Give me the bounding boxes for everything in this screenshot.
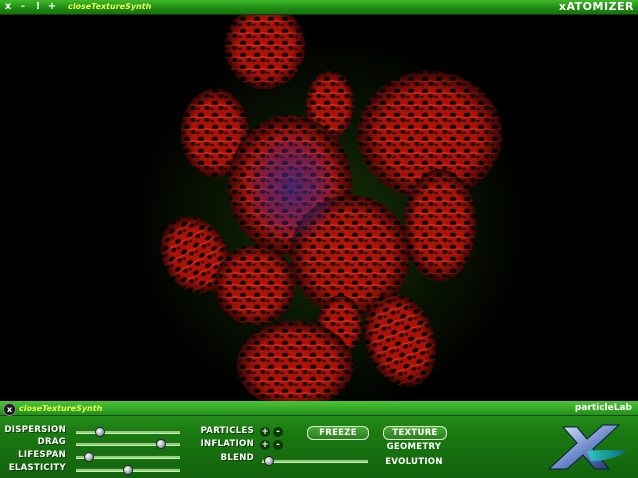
drag-slider-knob[interactable] [155,439,166,449]
drag-label: DRAG [37,437,66,447]
geometry-button[interactable]: GEOMETRY [383,441,445,453]
window-title: closeTextureSynth [68,2,152,11]
blend-slider-knob[interactable] [263,456,274,466]
lifespan-label: LIFESPAN [18,450,66,460]
app-name: xATOMIZER [558,0,634,13]
info-button[interactable]: ! [33,1,43,13]
particles-plus-button[interactable]: + [260,427,270,437]
blend-label: BLEND [220,453,254,463]
dispersion-slider-knob[interactable] [94,427,105,437]
inflation-label: INFLATION [200,439,254,449]
xatomizer-logo-icon [547,424,627,470]
panel-title: closeTextureSynth [19,404,103,413]
particle-render [130,15,530,401]
lifespan-slider[interactable] [76,452,180,462]
elasticity-slider[interactable] [76,465,180,475]
freeze-button[interactable]: FREEZE [307,426,369,440]
elasticity-label: ELASTICITY [8,463,66,473]
blend-slider[interactable] [262,456,368,466]
evolution-button[interactable]: EVOLUTION [383,456,445,468]
elasticity-slider-knob[interactable] [123,465,133,475]
minimize-window-button[interactable]: - [18,1,28,13]
dispersion-slider[interactable] [76,427,180,437]
panel-app-name: particleLab [574,403,632,413]
particles-label: PARTICLES [200,426,254,436]
window-title-bar: x - ! + closeTextureSynth xATOMIZER [0,0,638,15]
inflation-minus-button[interactable]: - [273,440,283,450]
particle-viewport[interactable] [0,15,638,401]
close-window-button[interactable]: x [3,1,13,13]
panel-close-button[interactable]: x [3,403,16,416]
dispersion-label: DISPERSION [4,425,66,435]
inflation-plus-button[interactable]: + [260,440,270,450]
particles-minus-button[interactable]: - [273,427,283,437]
lifespan-slider-knob[interactable] [83,452,94,462]
maximize-window-button[interactable]: + [47,1,57,13]
texture-button[interactable]: TEXTURE [383,426,447,440]
drag-slider[interactable] [76,439,180,449]
panel-title-bar: x closeTextureSynth particleLab [0,401,638,416]
